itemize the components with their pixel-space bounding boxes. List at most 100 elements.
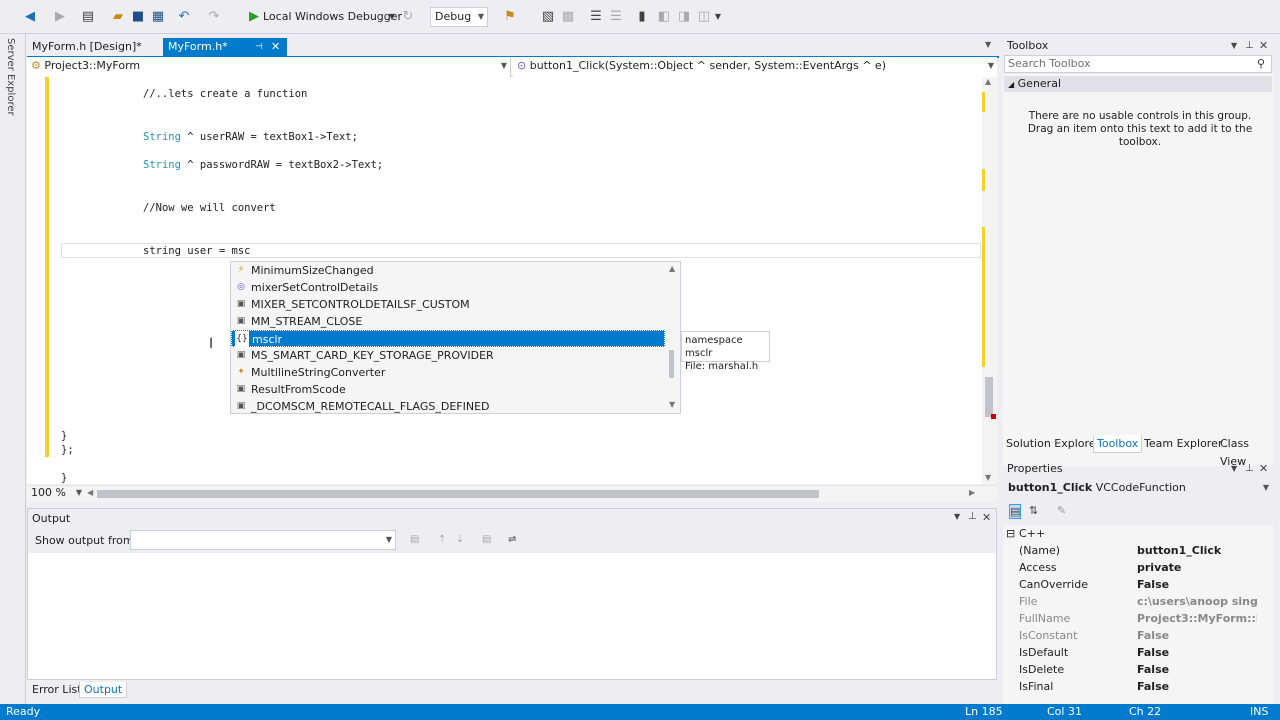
categorized-icon[interactable]: ▤ bbox=[1009, 504, 1022, 519]
completion-item[interactable]: ▣ MS_SMART_CARD_KEY_STORAGE_PROVIDER bbox=[231, 347, 665, 364]
completion-item-selected[interactable]: {} msclr bbox=[231, 330, 665, 348]
tab-myform-design[interactable]: MyForm.h [Design]* bbox=[27, 38, 161, 56]
pin-icon[interactable]: ⊥ bbox=[1245, 459, 1254, 479]
toolbox-search-input[interactable]: Search Toolbox ⚲ bbox=[1004, 55, 1272, 73]
open-file-icon[interactable]: ▰ bbox=[110, 9, 126, 25]
scroll-thumb[interactable] bbox=[669, 350, 674, 378]
goto-previous-icon[interactable]: ▤ bbox=[410, 534, 419, 545]
completion-item[interactable]: ◎ mixerSetControlDetails bbox=[231, 279, 665, 296]
scroll-up-icon[interactable]: ▲ bbox=[669, 264, 675, 273]
collapse-icon: ◢ bbox=[1008, 80, 1015, 89]
property-category[interactable]: ⊟ C++ bbox=[1003, 525, 1273, 542]
property-row[interactable]: IsDefault False bbox=[1003, 644, 1273, 661]
refresh-icon[interactable]: ↻ bbox=[400, 9, 416, 25]
bookmark-prev-icon[interactable]: ◧ bbox=[656, 9, 672, 25]
undo-icon[interactable]: ↶ bbox=[176, 9, 192, 25]
scroll-right-icon[interactable]: ▶ bbox=[969, 488, 975, 497]
status-column: Col 31 bbox=[1047, 705, 1082, 718]
property-row[interactable]: Access private bbox=[1003, 559, 1273, 576]
code-line: String ^ userRAW = textBox1->Text; bbox=[143, 131, 358, 143]
property-row[interactable]: IsFinal False bbox=[1003, 678, 1273, 695]
property-pages-icon[interactable]: ✎ bbox=[1057, 504, 1066, 517]
close-icon[interactable]: ✕ bbox=[1259, 459, 1268, 479]
word-wrap-icon[interactable]: ⇌ bbox=[508, 534, 516, 545]
h-scroll-thumb[interactable] bbox=[97, 490, 819, 498]
forward-icon[interactable]: ▶ bbox=[52, 9, 68, 25]
config-select[interactable]: Debug ▼ bbox=[430, 7, 488, 27]
close-icon[interactable]: ✕ bbox=[982, 511, 991, 524]
back-icon[interactable]: ◀ bbox=[22, 9, 38, 25]
tab-toolbox[interactable]: Toolbox bbox=[1093, 435, 1143, 453]
outdent-icon[interactable]: ☰ bbox=[608, 9, 624, 25]
completion-item[interactable]: ▣ MIXER_SETCONTROLDETAILSF_CUSTOM bbox=[231, 296, 665, 313]
find-previous-icon[interactable]: ⇡ bbox=[438, 534, 446, 545]
scroll-left-icon[interactable]: ◀ bbox=[87, 488, 93, 497]
tab-error-list[interactable]: Error List bbox=[28, 682, 86, 698]
find-icon[interactable]: ⚑ bbox=[502, 9, 518, 25]
save-icon[interactable]: ■ bbox=[130, 9, 146, 25]
dropdown-icon[interactable]: ▼ bbox=[1231, 36, 1237, 56]
tab-class-view[interactable]: Class View bbox=[1217, 435, 1273, 468]
completion-item[interactable]: ✦ MultilineStringConverter bbox=[231, 364, 665, 381]
property-row[interactable]: File c:\users\anoop singh\do bbox=[1003, 593, 1273, 610]
tab-output[interactable]: Output bbox=[79, 682, 128, 698]
property-row[interactable]: IsConstant False bbox=[1003, 627, 1273, 644]
property-row[interactable]: IsDelete False bbox=[1003, 661, 1273, 678]
completion-item[interactable]: ▣ _DCOMSCM_REMOTECALL_FLAGS_DEFINED bbox=[231, 398, 665, 415]
scroll-thumb[interactable] bbox=[985, 377, 993, 417]
output-source-select[interactable]: ▼ bbox=[130, 530, 396, 550]
completion-item[interactable]: ⚡ MinimumSizeChanged bbox=[231, 262, 665, 279]
tab-team-explorer[interactable]: Team Explorer bbox=[1141, 435, 1225, 453]
scroll-up-icon[interactable]: ▲ bbox=[985, 77, 991, 86]
start-debug-icon[interactable]: ▶ bbox=[246, 9, 262, 25]
completion-item[interactable]: ▣ ResultFromScode bbox=[231, 381, 665, 398]
new-project-icon[interactable]: ▤ bbox=[80, 9, 96, 25]
indent-icon[interactable]: ☰ bbox=[588, 9, 604, 25]
property-row[interactable]: FullName Project3::MyForm::butto bbox=[1003, 610, 1273, 627]
scroll-down-icon[interactable]: ▼ bbox=[985, 473, 991, 482]
save-all-icon[interactable]: ▦ bbox=[150, 9, 166, 25]
close-icon[interactable]: ✕ bbox=[271, 38, 280, 56]
dropdown-icon[interactable]: ▼ bbox=[1231, 459, 1237, 479]
property-row[interactable]: (Name) button1_Click bbox=[1003, 542, 1273, 559]
popup-scrollbar[interactable]: ▲ ▼ bbox=[667, 262, 680, 413]
alphabetical-icon[interactable]: ⇅ bbox=[1029, 504, 1038, 517]
clear-all-icon[interactable]: ▤ bbox=[482, 534, 491, 545]
tab-list-dropdown-icon[interactable]: ▼ bbox=[985, 40, 991, 49]
code-type: String bbox=[143, 159, 181, 171]
bookmark-icon[interactable]: ▮ bbox=[634, 9, 650, 25]
zoom-select[interactable]: 100 % ▼ bbox=[27, 486, 85, 502]
redo-icon[interactable]: ↷ bbox=[206, 9, 222, 25]
pin-icon[interactable]: ⊣ bbox=[255, 38, 263, 56]
toolbar-overflow-icon[interactable]: ▼ bbox=[710, 9, 726, 25]
find-next-icon[interactable]: ⇣ bbox=[456, 534, 464, 545]
comment-icon[interactable]: ▩ bbox=[560, 9, 576, 25]
pin-icon[interactable]: ⊥ bbox=[1245, 36, 1254, 56]
toggle-icon[interactable]: ▧ bbox=[540, 9, 556, 25]
bookmark-next-icon[interactable]: ◨ bbox=[676, 9, 692, 25]
scroll-down-icon[interactable]: ▼ bbox=[669, 400, 675, 409]
completion-label: _DCOMSCM_REMOTECALL_FLAGS_DEFINED bbox=[251, 400, 490, 413]
search-icon[interactable]: ⚲ bbox=[1257, 56, 1265, 72]
properties-object-select[interactable]: button1_Click VCCodeFunction ▼ bbox=[1004, 479, 1272, 499]
dropdown-icon[interactable]: ▼ bbox=[954, 512, 960, 521]
collapse-icon: ⊟ bbox=[1006, 527, 1016, 540]
scope-dropdown[interactable]: ⚙ Project3::MyForm ▼ bbox=[27, 57, 511, 77]
property-value: False bbox=[1137, 578, 1170, 591]
property-row[interactable]: CanOverride False bbox=[1003, 576, 1273, 593]
tab-myform-h[interactable]: MyForm.h* ⊣ ✕ bbox=[163, 38, 287, 56]
class-icon: ✦ bbox=[237, 367, 245, 377]
completion-item[interactable]: ▣ MM_STREAM_CLOSE bbox=[231, 313, 665, 330]
close-icon[interactable]: ✕ bbox=[1259, 36, 1268, 56]
tab-solution-explorer[interactable]: Solution Explorer bbox=[1003, 435, 1103, 453]
debugger-dropdown-icon[interactable]: ▼ bbox=[384, 9, 400, 25]
member-dropdown[interactable]: ⊙ button1_Click(System::Object ^ sender,… bbox=[513, 57, 997, 77]
toolbox-empty-message: There are no usable controls in this gro… bbox=[1027, 110, 1253, 148]
show-output-label: Show output from: bbox=[35, 534, 138, 547]
server-explorer-tab[interactable]: Server Explorer bbox=[5, 38, 16, 116]
pin-icon[interactable]: ⊥ bbox=[968, 511, 977, 522]
toolbox-group-general[interactable]: ◢ General bbox=[1004, 76, 1272, 92]
editor-vertical-scrollbar[interactable]: ▲ ▼ bbox=[982, 77, 997, 484]
change-marker bbox=[982, 169, 985, 191]
debugger-label[interactable]: Local Windows Debugger bbox=[263, 10, 402, 23]
